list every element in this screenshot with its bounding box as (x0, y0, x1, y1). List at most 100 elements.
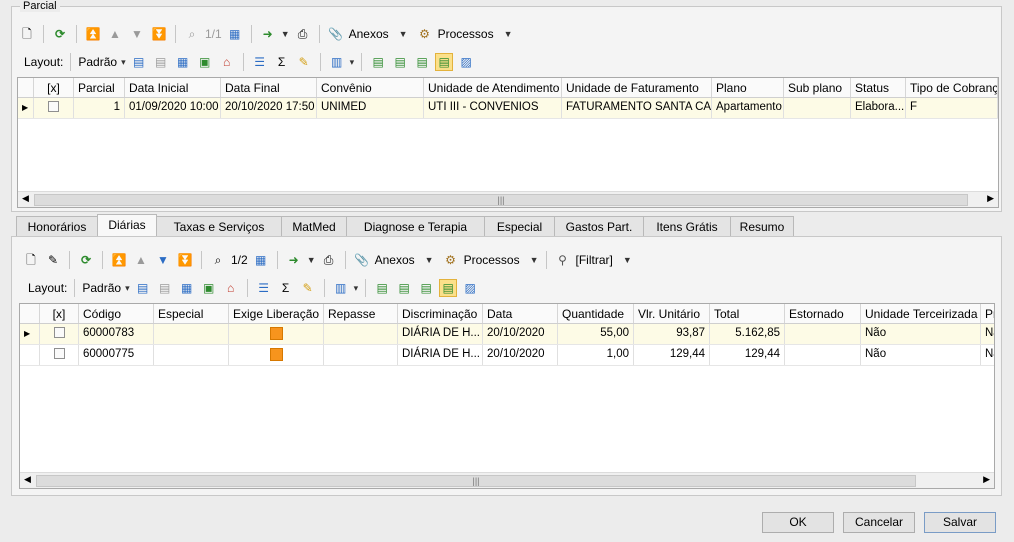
print-icon[interactable]: ⎙ (320, 251, 338, 269)
col-header-data-final[interactable]: Data Final (221, 78, 317, 97)
chart-dropdown-icon[interactable]: ▾ (354, 283, 359, 294)
layout-dropdown-icon[interactable]: ▾ (125, 283, 130, 294)
view-card-icon[interactable]: ▤ (417, 279, 435, 297)
tab-resumo[interactable]: Resumo (730, 216, 794, 236)
anexos-button[interactable]: Anexos (349, 27, 389, 41)
col-header-parcial[interactable]: Parcial (74, 78, 125, 97)
col-header-sub-plano[interactable]: Sub plano (784, 78, 851, 97)
layout-columns-icon[interactable]: ☰ (255, 279, 273, 297)
col-header-data-inicial[interactable]: Data Inicial (125, 78, 221, 97)
next-icon[interactable]: ▼ (128, 25, 146, 43)
table-row[interactable]: ▶ 1 01/09/2020 10:00 20/10/2020 17:50 UN… (18, 98, 998, 119)
refresh-icon[interactable]: ⟳ (77, 251, 95, 269)
col-header-plano[interactable]: Plano (712, 78, 784, 97)
layout-highlight-icon[interactable]: ✎ (295, 53, 313, 71)
col-header-codigo[interactable]: Código (79, 304, 154, 323)
first-icon[interactable]: ⏫ (84, 25, 102, 43)
table-row[interactable]: 60000775 DIÁRIA DE H... 20/10/2020 1,00 … (20, 345, 994, 366)
binoculars-icon[interactable]: ⌕ (183, 25, 201, 43)
layout-sum-icon[interactable]: Σ (273, 53, 291, 71)
scroll-left-icon[interactable]: ◀ (24, 474, 31, 485)
layout-grid-icon[interactable]: ▦ (178, 279, 196, 297)
chart-icon[interactable]: ▥ (332, 279, 350, 297)
col-header-quantidade[interactable]: Quantidade (558, 304, 634, 323)
scroll-right-icon[interactable]: ▶ (987, 193, 994, 204)
print-icon[interactable]: ⎙ (294, 25, 312, 43)
layout-highlight-icon[interactable]: ✎ (299, 279, 317, 297)
export-icon[interactable]: ➜ (285, 251, 303, 269)
export-dropdown-icon[interactable]: ▼ (281, 29, 290, 39)
col-header-unidade-faturamento[interactable]: Unidade de Faturamento (562, 78, 712, 97)
anexos-dropdown-icon[interactable]: ▼ (425, 255, 434, 265)
view-detail-icon[interactable]: ▤ (391, 53, 409, 71)
new-icon[interactable]: 🗋 (22, 251, 40, 269)
diarias-horizontal-scrollbar[interactable]: ◀ ||| ▶ (20, 472, 994, 488)
row-checkbox-cell[interactable] (34, 98, 74, 118)
save-button[interactable]: Salvar (924, 512, 996, 533)
col-header-data[interactable]: Data (483, 304, 558, 323)
col-header-check[interactable]: [x] (34, 78, 74, 97)
col-header-repasse[interactable]: Repasse (324, 304, 398, 323)
tab-diarias[interactable]: Diárias (97, 214, 157, 236)
tab-taxas-servicos[interactable]: Taxas e Serviços (156, 216, 282, 236)
col-header-vlr-unitario[interactable]: Vlr. Unitário (634, 304, 710, 323)
scroll-left-icon[interactable]: ◀ (22, 193, 29, 204)
layout-delete-icon[interactable]: ▤ (152, 53, 170, 71)
view-detail-icon[interactable]: ▤ (395, 279, 413, 297)
next-icon[interactable]: ▼ (154, 251, 172, 269)
col-header-check[interactable]: [x] (40, 304, 79, 323)
binoculars-icon[interactable]: ⌕ (209, 251, 227, 269)
last-icon[interactable]: ⏬ (176, 251, 194, 269)
col-header-pr[interactable]: Pr (981, 304, 994, 323)
tab-matmed[interactable]: MatMed (281, 216, 347, 236)
col-header-exige-liberacao[interactable]: Exige Liberação (229, 304, 324, 323)
tab-diagnose-terapia[interactable]: Diagnose e Terapia (346, 216, 485, 236)
view-list-icon[interactable]: ▤ (373, 279, 391, 297)
scroll-right-icon[interactable]: ▶ (983, 474, 990, 485)
col-header-unidade-atendimento[interactable]: Unidade de Atendimento (424, 78, 562, 97)
anexos-dropdown-icon[interactable]: ▼ (399, 29, 408, 39)
ok-button[interactable]: OK (762, 512, 834, 533)
last-icon[interactable]: ⏬ (150, 25, 168, 43)
export-icon[interactable]: ➜ (259, 25, 277, 43)
processos-button[interactable]: Processos (464, 253, 520, 267)
tab-honorarios[interactable]: Honorários (16, 216, 98, 236)
layout-import-icon[interactable]: ▣ (200, 279, 218, 297)
table-row[interactable]: ▶ 60000783 DIÁRIA DE H... 20/10/2020 55,… (20, 324, 994, 345)
layout-home-icon[interactable]: ⌂ (218, 53, 236, 71)
col-header-status[interactable]: Status (851, 78, 906, 97)
scroll-thumb[interactable]: ||| (36, 475, 916, 487)
filtrar-dropdown-icon[interactable]: ▼ (623, 255, 632, 265)
filtrar-button[interactable]: [Filtrar] (576, 253, 613, 267)
view-grid-icon[interactable]: ▤ (435, 53, 454, 71)
processos-dropdown-icon[interactable]: ▼ (530, 255, 539, 265)
view-grid-icon[interactable]: ▤ (439, 279, 458, 297)
chart-icon[interactable]: ▥ (328, 53, 346, 71)
col-header-convenio[interactable]: Convênio (317, 78, 424, 97)
col-header-total[interactable]: Total (710, 304, 785, 323)
layout-save-icon[interactable]: ▤ (134, 279, 152, 297)
tab-itens-gratis[interactable]: Itens Grátis (643, 216, 731, 236)
layout-sum-icon[interactable]: Σ (277, 279, 295, 297)
layout-select[interactable]: Padrão (82, 281, 121, 295)
col-header-discriminacao[interactable]: Discriminação (398, 304, 483, 323)
layout-delete-icon[interactable]: ▤ (156, 279, 174, 297)
tab-gastos-part[interactable]: Gastos Part. (554, 216, 644, 236)
export-dropdown-icon[interactable]: ▼ (307, 255, 316, 265)
col-header-tipo-cobranca[interactable]: Tipo de Cobrança (906, 78, 998, 97)
edit-icon[interactable]: ✎ (44, 251, 62, 269)
view-image-icon[interactable]: ▨ (457, 53, 475, 71)
col-header-unidade-terceirizada[interactable]: Unidade Terceirizada (861, 304, 981, 323)
row-checkbox[interactable] (53, 327, 65, 339)
layout-grid-icon[interactable]: ▦ (174, 53, 192, 71)
tab-especial[interactable]: Especial (484, 216, 555, 236)
col-header-estornado[interactable]: Estornado (785, 304, 861, 323)
parcial-horizontal-scrollbar[interactable]: ◀ ||| ▶ (18, 191, 998, 207)
row-checkbox[interactable] (48, 101, 59, 113)
view-card-icon[interactable]: ▤ (413, 53, 431, 71)
calendar-icon[interactable]: ▦ (252, 251, 270, 269)
layout-save-icon[interactable]: ▤ (130, 53, 148, 71)
view-list-icon[interactable]: ▤ (369, 53, 387, 71)
row-checkbox-cell[interactable] (40, 324, 79, 344)
layout-select[interactable]: Padrão (78, 55, 117, 69)
